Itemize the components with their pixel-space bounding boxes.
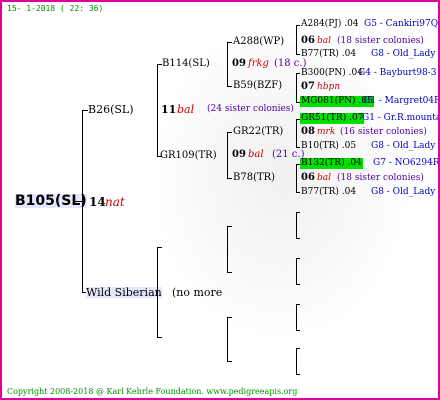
gen5-10-name: B132(TR) .04: [300, 158, 363, 169]
root-code: nat: [105, 195, 125, 209]
gen5-3-origin: G8 - Old_Lady: [371, 49, 436, 59]
sire-code: bal: [177, 103, 195, 116]
gen4-e-bracket-top: [296, 212, 300, 213]
gen5-12-name: B77(TR) .04: [301, 187, 357, 197]
gen4-b-name: B59(BZF): [233, 80, 283, 91]
gen5-8-sister-colonies: (16 sister colonies): [340, 127, 427, 137]
root-connector: [74, 201, 83, 202]
gen4-c-number: 09: [232, 149, 246, 160]
gen4-g-bracket-top: [296, 304, 300, 305]
gen4-c-bracket-bottom: [296, 147, 300, 148]
gen4-f-bracket: [296, 258, 297, 284]
gen5-11-number: 06: [301, 172, 315, 183]
gen3-b-bracket: [227, 132, 228, 178]
gen5-5-number: 07: [301, 81, 315, 92]
gen3-d-bracket: [227, 317, 228, 361]
timestamp: 15- 1-2018 ( 22: 36): [7, 4, 104, 13]
gen4-h-bracket-top: [296, 348, 300, 349]
gen4-g-bracket-bottom: [296, 330, 300, 331]
gen3-d-bracket-bottom: [227, 361, 232, 362]
dam-bracket-top: [157, 247, 162, 248]
gen3-c-bracket-top: [227, 226, 232, 227]
gen4-c-code: bal: [248, 149, 264, 160]
root-number: 14: [89, 195, 106, 209]
gen5-2-sister-colonies: (18 sister colonies): [337, 36, 424, 46]
sire-name: B26(SL): [88, 103, 134, 116]
pedigree-frame: 15- 1-2018 ( 22: 36) B105(SL) 14 nat B26…: [0, 0, 440, 400]
gen5-7-name: GR51(TR) .07: [300, 113, 365, 124]
gen5-4-name: B300(PN) .04: [301, 68, 363, 78]
gen4-a-number: 09: [232, 58, 246, 69]
gen3-b-name: GR109(TR): [160, 150, 217, 161]
gen4-b-bracket: [296, 73, 297, 102]
gen4-f-bracket-bottom: [296, 284, 300, 285]
gen5-11-code: bal: [317, 173, 332, 183]
gen5-6-origin: G1 - Margret04R: [363, 96, 440, 106]
gen5-2-code: bal: [317, 36, 332, 46]
gen3-a-bracket-top: [227, 42, 232, 43]
gen5-11-sister-colonies: (18 sister colonies): [337, 173, 424, 183]
gen4-e-bracket: [296, 212, 297, 238]
dam-bracket-line: [157, 247, 158, 337]
gen4-c-name: GR22(TR): [233, 126, 284, 137]
gen4-a-bracket-bottom: [296, 54, 300, 55]
gen3-b-bracket-top: [227, 132, 232, 133]
gen5-9-name: B10(TR) .05: [301, 141, 357, 151]
copyright-footer: Copyright 2008-2018 @ Karl Kehrle Founda…: [7, 387, 298, 396]
gen3-a-bracket-bottom: [227, 86, 232, 87]
gen5-12-origin: G8 - Old_Lady: [371, 187, 436, 197]
gen5-1-name: A284(PJ) .04: [301, 19, 359, 29]
dam-bracket-bottom: [157, 337, 162, 338]
gen4-a-bracket-top: [296, 25, 300, 26]
gen5-5-code: hbpn: [317, 82, 341, 92]
gen5-8-number: 08: [301, 126, 315, 137]
gen5-10-origin: G7 - NO6294R: [373, 158, 440, 168]
gen4-a-name: A288(WP): [233, 36, 285, 47]
gen4-c-bracket: [296, 119, 297, 147]
gen3-a-bracket: [227, 42, 228, 86]
gen4-h-bracket-bottom: [296, 374, 300, 375]
gen5-8-code: mrk: [317, 127, 336, 137]
gen5-3-name: B77(TR) .04: [301, 49, 357, 59]
gen5-7-origin: G1 - Gr.R.mounta: [362, 113, 440, 123]
gen3-c-bracket-bottom: [227, 272, 232, 273]
gen4-a-code: frkg: [248, 58, 269, 69]
dam-note: (no more: [172, 286, 223, 299]
gen5-2-number: 06: [301, 35, 315, 46]
gen4-d-bracket-bottom: [296, 192, 300, 193]
sire-sister-colonies: (24 sister colonies): [207, 104, 294, 114]
gen3-d-bracket-top: [227, 317, 232, 318]
gen4-d-name: B78(TR): [233, 172, 276, 183]
gen5-1-origin: G5 - Cankiri97Q: [364, 19, 439, 29]
gen5-9-origin: G8 - Old_Lady: [371, 141, 436, 151]
dam-name: Wild Siberian: [86, 286, 162, 299]
gen4-f-bracket-top: [296, 258, 300, 259]
gen3-c-bracket: [227, 226, 228, 272]
gen4-a-bracket: [296, 25, 297, 54]
gen4-h-bracket: [296, 348, 297, 374]
gen4-d-bracket: [296, 164, 297, 192]
gen4-g-bracket: [296, 304, 297, 330]
gen5-4-origin: G4 - Bayburt98-3: [358, 68, 437, 78]
sire-bracket-line: [157, 64, 158, 156]
gen4-b-bracket-top: [296, 73, 300, 74]
gen3-a-name: B114(SL): [162, 58, 210, 69]
sire-number: 11: [161, 103, 177, 116]
gen3-b-bracket-bottom: [227, 178, 232, 179]
gen4-e-bracket-bottom: [296, 238, 300, 239]
